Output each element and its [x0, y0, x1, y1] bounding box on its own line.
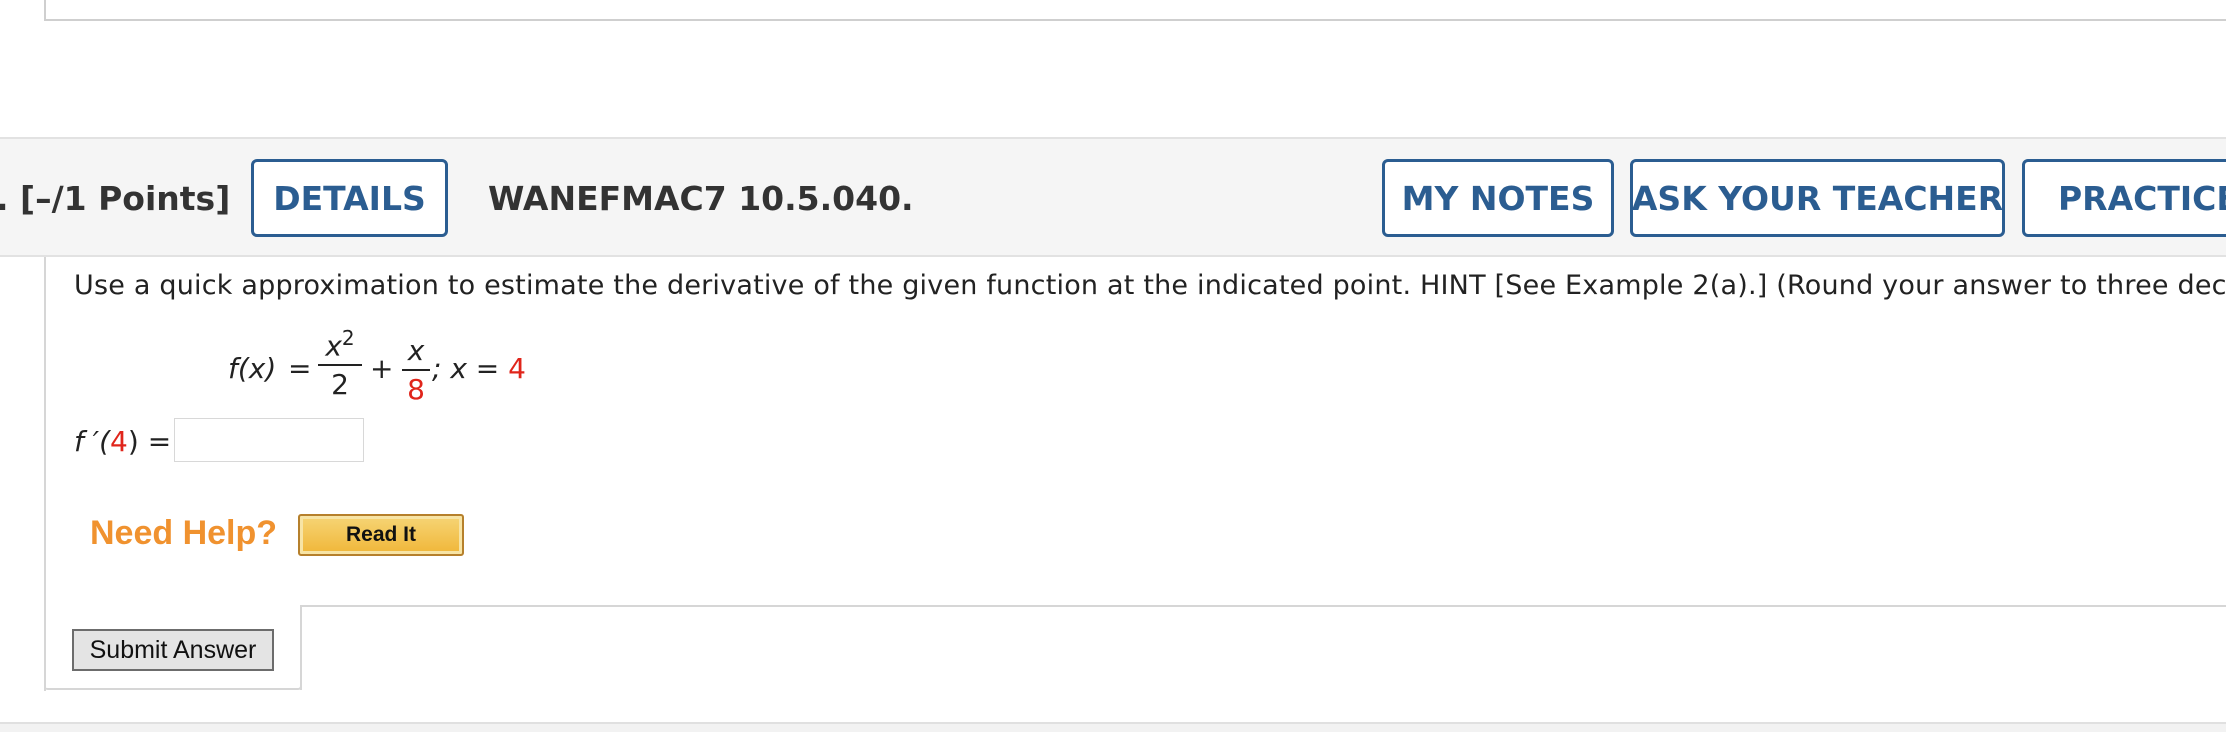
- fraction-2-denominator: 8: [407, 373, 425, 406]
- next-question-divider: [0, 722, 2226, 732]
- derivative-point: 4: [110, 425, 128, 458]
- details-button[interactable]: DETAILS: [251, 159, 448, 237]
- question-header: . [–/1 Points] DETAILS WANEFMAC7 10.5.04…: [0, 137, 2226, 257]
- submission-area-frame: [300, 605, 2226, 690]
- read-it-button[interactable]: Read It: [298, 514, 464, 556]
- fraction-1-denominator: 2: [331, 368, 349, 402]
- previous-question-frame: [44, 0, 2226, 21]
- question-points: . [–/1 Points]: [0, 179, 231, 218]
- fraction-term-1: x2 2: [318, 326, 362, 401]
- answer-input[interactable]: [174, 418, 364, 462]
- ask-your-teacher-button[interactable]: ASK YOUR TEACHER: [1630, 159, 2005, 237]
- question-id: WANEFMAC7 10.5.040.: [488, 179, 914, 218]
- submit-answer-button[interactable]: Submit Answer: [72, 629, 274, 671]
- fraction-2-numerator: x: [407, 334, 425, 367]
- fraction-2-bar: [402, 369, 430, 371]
- point-spec: ; x = 4: [432, 352, 526, 385]
- fraction-term-2: x 8: [402, 334, 430, 406]
- plus-sign: +: [370, 352, 394, 385]
- fraction-1-numerator: x2: [325, 326, 355, 363]
- need-help-label: Need Help?: [90, 514, 278, 552]
- question-body-bottom: [44, 686, 302, 690]
- function-lhs: f(x): [228, 352, 277, 385]
- point-value: 4: [508, 352, 526, 385]
- fraction-1-bar: [318, 364, 362, 367]
- my-notes-button[interactable]: MY NOTES: [1382, 159, 1614, 237]
- equals-sign: =: [288, 352, 312, 385]
- question-instructions: Use a quick approximation to estimate th…: [74, 270, 2226, 301]
- derivative-label: f ′(4) =: [74, 425, 172, 458]
- practice-another-button[interactable]: PRACTICE A: [2022, 159, 2226, 237]
